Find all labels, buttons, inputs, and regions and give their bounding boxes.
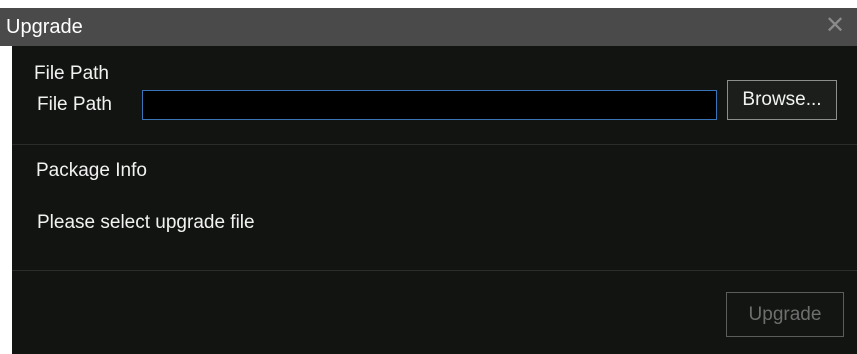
title-bar: Upgrade ✕ xyxy=(0,8,857,46)
divider xyxy=(12,144,857,145)
divider xyxy=(12,270,857,271)
upgrade-button[interactable]: Upgrade xyxy=(726,292,844,337)
dialog-title: Upgrade xyxy=(6,16,83,38)
close-icon[interactable]: ✕ xyxy=(821,12,849,40)
file-path-input[interactable] xyxy=(142,90,717,120)
package-info-section-title: Package Info xyxy=(36,160,147,181)
upgrade-dialog: Upgrade ✕ File Path File Path Browse... … xyxy=(0,0,857,354)
package-info-message: Please select upgrade file xyxy=(37,212,255,233)
browse-button[interactable]: Browse... xyxy=(727,80,837,120)
file-path-label: File Path xyxy=(37,94,112,115)
dialog-body: File Path File Path Browse... Package In… xyxy=(12,46,857,354)
file-path-section-title: File Path xyxy=(34,63,109,84)
